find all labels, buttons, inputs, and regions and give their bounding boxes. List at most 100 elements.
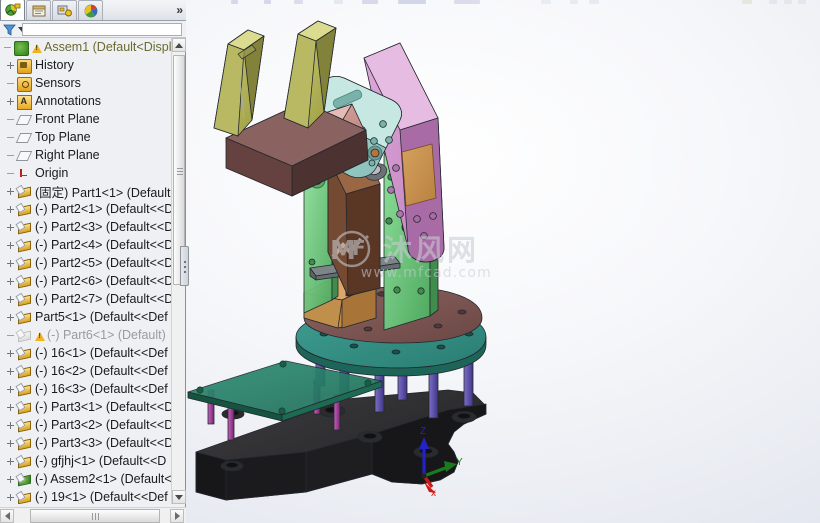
- expand-plus-icon[interactable]: [5, 438, 16, 449]
- plane-icon: [17, 131, 32, 146]
- part-icon: [17, 437, 32, 452]
- tree-connector-line: [5, 114, 16, 125]
- display-manager-tab[interactable]: [78, 0, 103, 20]
- tree-item-label: (-) Part2<5> (Default<<D: [35, 256, 172, 270]
- triad-z-label: Z: [420, 426, 426, 437]
- tree-item-label: Annotations: [35, 94, 101, 108]
- expand-plus-icon[interactable]: [5, 420, 16, 431]
- property-manager-tab[interactable]: [26, 0, 51, 20]
- tree-item[interactable]: Assem1 (Default<Display State-1>): [0, 38, 172, 56]
- feature-manager-panel: » Assem1 (Default<Display State-1>) Histo…: [0, 0, 186, 523]
- tree-connector-line: [5, 132, 16, 143]
- expand-plus-icon[interactable]: [5, 258, 16, 269]
- tree-horizontal-scrollbar[interactable]: [0, 507, 186, 523]
- expand-plus-icon[interactable]: [5, 384, 16, 395]
- tree-item[interactable]: (-) Part6<1> (Default): [0, 326, 172, 344]
- tree-item[interactable]: (-) 16<1> (Default<<Def: [0, 344, 172, 362]
- part-icon: [17, 293, 32, 308]
- tree-item-label: Right Plane: [35, 148, 100, 162]
- tree-item[interactable]: (-) Part2<7> (Default<<D: [0, 290, 172, 308]
- scroll-down-arrow-icon[interactable]: [172, 490, 186, 504]
- robot-arm-model[interactable]: [186, 0, 820, 523]
- tree-item-label: (-) Part2<6> (Default<<D: [35, 274, 172, 288]
- warning-icon: [32, 41, 43, 54]
- scroll-up-arrow-icon[interactable]: [172, 38, 186, 52]
- expand-plus-icon[interactable]: [5, 222, 16, 233]
- solidworks-window: M F 沐风网 www.mfcad.com Z Y x: [0, 0, 820, 523]
- expand-plus-icon[interactable]: [5, 240, 16, 251]
- scroll-left-arrow-icon[interactable]: [0, 509, 14, 523]
- tree-item[interactable]: (-) Part3<3> (Default<<D: [0, 434, 172, 452]
- configuration-manager-icon: [57, 4, 73, 18]
- part-icon: [17, 221, 32, 236]
- expand-plus-icon[interactable]: [5, 60, 16, 71]
- tree-item[interactable]: Part5<1> (Default<<Def: [0, 308, 172, 326]
- expand-plus-icon[interactable]: [5, 402, 16, 413]
- expand-plus-icon[interactable]: [5, 456, 16, 467]
- horizontal-scroll-thumb[interactable]: [30, 509, 160, 523]
- tree-item[interactable]: Origin: [0, 164, 172, 182]
- tree-item-label: (-) 16<1> (Default<<Def: [35, 346, 168, 360]
- expand-plus-icon[interactable]: [5, 186, 16, 197]
- tree-item[interactable]: (-) gfjhj<1> (Default<<D: [0, 452, 172, 470]
- tree-item[interactable]: Sensors: [0, 74, 172, 92]
- tree-item[interactable]: (-) 19<1> (Default<<Def: [0, 488, 172, 504]
- expand-plus-icon[interactable]: [5, 294, 16, 305]
- tree-filter-bar: [0, 21, 186, 38]
- tree-item[interactable]: Right Plane: [0, 146, 172, 164]
- tree-item[interactable]: History: [0, 56, 172, 74]
- expand-plus-icon[interactable]: [5, 492, 16, 503]
- tree-item-label: Assem1 (Default<Display State-1>): [44, 40, 172, 54]
- tree-item[interactable]: (-) 16<2> (Default<<Def: [0, 362, 172, 380]
- expand-plus-icon[interactable]: [5, 312, 16, 323]
- tree-item[interactable]: Front Plane: [0, 110, 172, 128]
- filter-funnel-icon[interactable]: [3, 23, 16, 36]
- graphics-viewport[interactable]: M F 沐风网 www.mfcad.com Z Y x: [186, 0, 820, 523]
- tab-overflow-button[interactable]: »: [176, 0, 183, 20]
- tree-item[interactable]: (-) Assem2<1> (Default<: [0, 470, 172, 488]
- expand-plus-icon[interactable]: [5, 204, 16, 215]
- tree-item-label: (-) gfjhj<1> (Default<<D: [35, 454, 166, 468]
- tree-item-label: (-) Part2<1> (Default<<D: [35, 202, 172, 216]
- tree-item[interactable]: (-) Part3<1> (Default<<D: [0, 398, 172, 416]
- tree-connector-line: [5, 78, 16, 89]
- feature-manager-tab[interactable]: [0, 0, 25, 20]
- expand-plus-icon[interactable]: [5, 96, 16, 107]
- warning-icon: [35, 329, 46, 342]
- axis-triad: Z Y x: [398, 424, 468, 496]
- tree-item-label: (-) Part3<3> (Default<<D: [35, 436, 172, 450]
- tree-item[interactable]: (-) Part2<1> (Default<<D: [0, 200, 172, 218]
- tree-item[interactable]: (固定) Part1<1> (Default<: [0, 182, 172, 200]
- scroll-thumb-grip: [177, 168, 183, 169]
- tree-item[interactable]: (-) Part2<4> (Default<<D: [0, 236, 172, 254]
- sensors-icon: [17, 77, 32, 92]
- display-manager-icon: [83, 4, 99, 18]
- tree-item[interactable]: (-) Part2<6> (Default<<D: [0, 272, 172, 290]
- tree-item[interactable]: (-) Part3<2> (Default<<D: [0, 416, 172, 434]
- tree-connector-line: [5, 330, 16, 341]
- tree-item-label: Part5<1> (Default<<Def: [35, 310, 168, 324]
- tree-item-label: (-) Part6<1> (Default): [47, 328, 166, 342]
- feature-tree[interactable]: Assem1 (Default<Display State-1>) History…: [0, 38, 172, 504]
- tree-item-label: (-) Part3<2> (Default<<D: [35, 418, 172, 432]
- part-icon: [17, 491, 32, 505]
- assembly-icon: [14, 41, 29, 56]
- expand-plus-icon[interactable]: [5, 276, 16, 287]
- configuration-manager-tab[interactable]: [52, 0, 77, 20]
- tree-item-label: (-) Part2<4> (Default<<D: [35, 238, 172, 252]
- tree-item[interactable]: Annotations: [0, 92, 172, 110]
- tree-item[interactable]: Top Plane: [0, 128, 172, 146]
- tree-item[interactable]: (-) 16<3> (Default<<Def: [0, 380, 172, 398]
- tree-item-label: Origin: [35, 166, 68, 180]
- part-icon: [17, 257, 32, 272]
- expand-plus-icon[interactable]: [5, 366, 16, 377]
- expand-plus-icon[interactable]: [5, 474, 16, 485]
- tree-item[interactable]: (-) Part2<5> (Default<<D: [0, 254, 172, 272]
- expand-plus-icon[interactable]: [5, 348, 16, 359]
- triad-y-label: Y: [456, 457, 463, 468]
- panel-splitter-handle[interactable]: [180, 246, 189, 286]
- manager-tab-bar: »: [0, 0, 186, 21]
- scroll-right-arrow-icon[interactable]: [170, 509, 184, 523]
- tree-filter-input[interactable]: [22, 23, 182, 36]
- tree-item[interactable]: (-) Part2<3> (Default<<D: [0, 218, 172, 236]
